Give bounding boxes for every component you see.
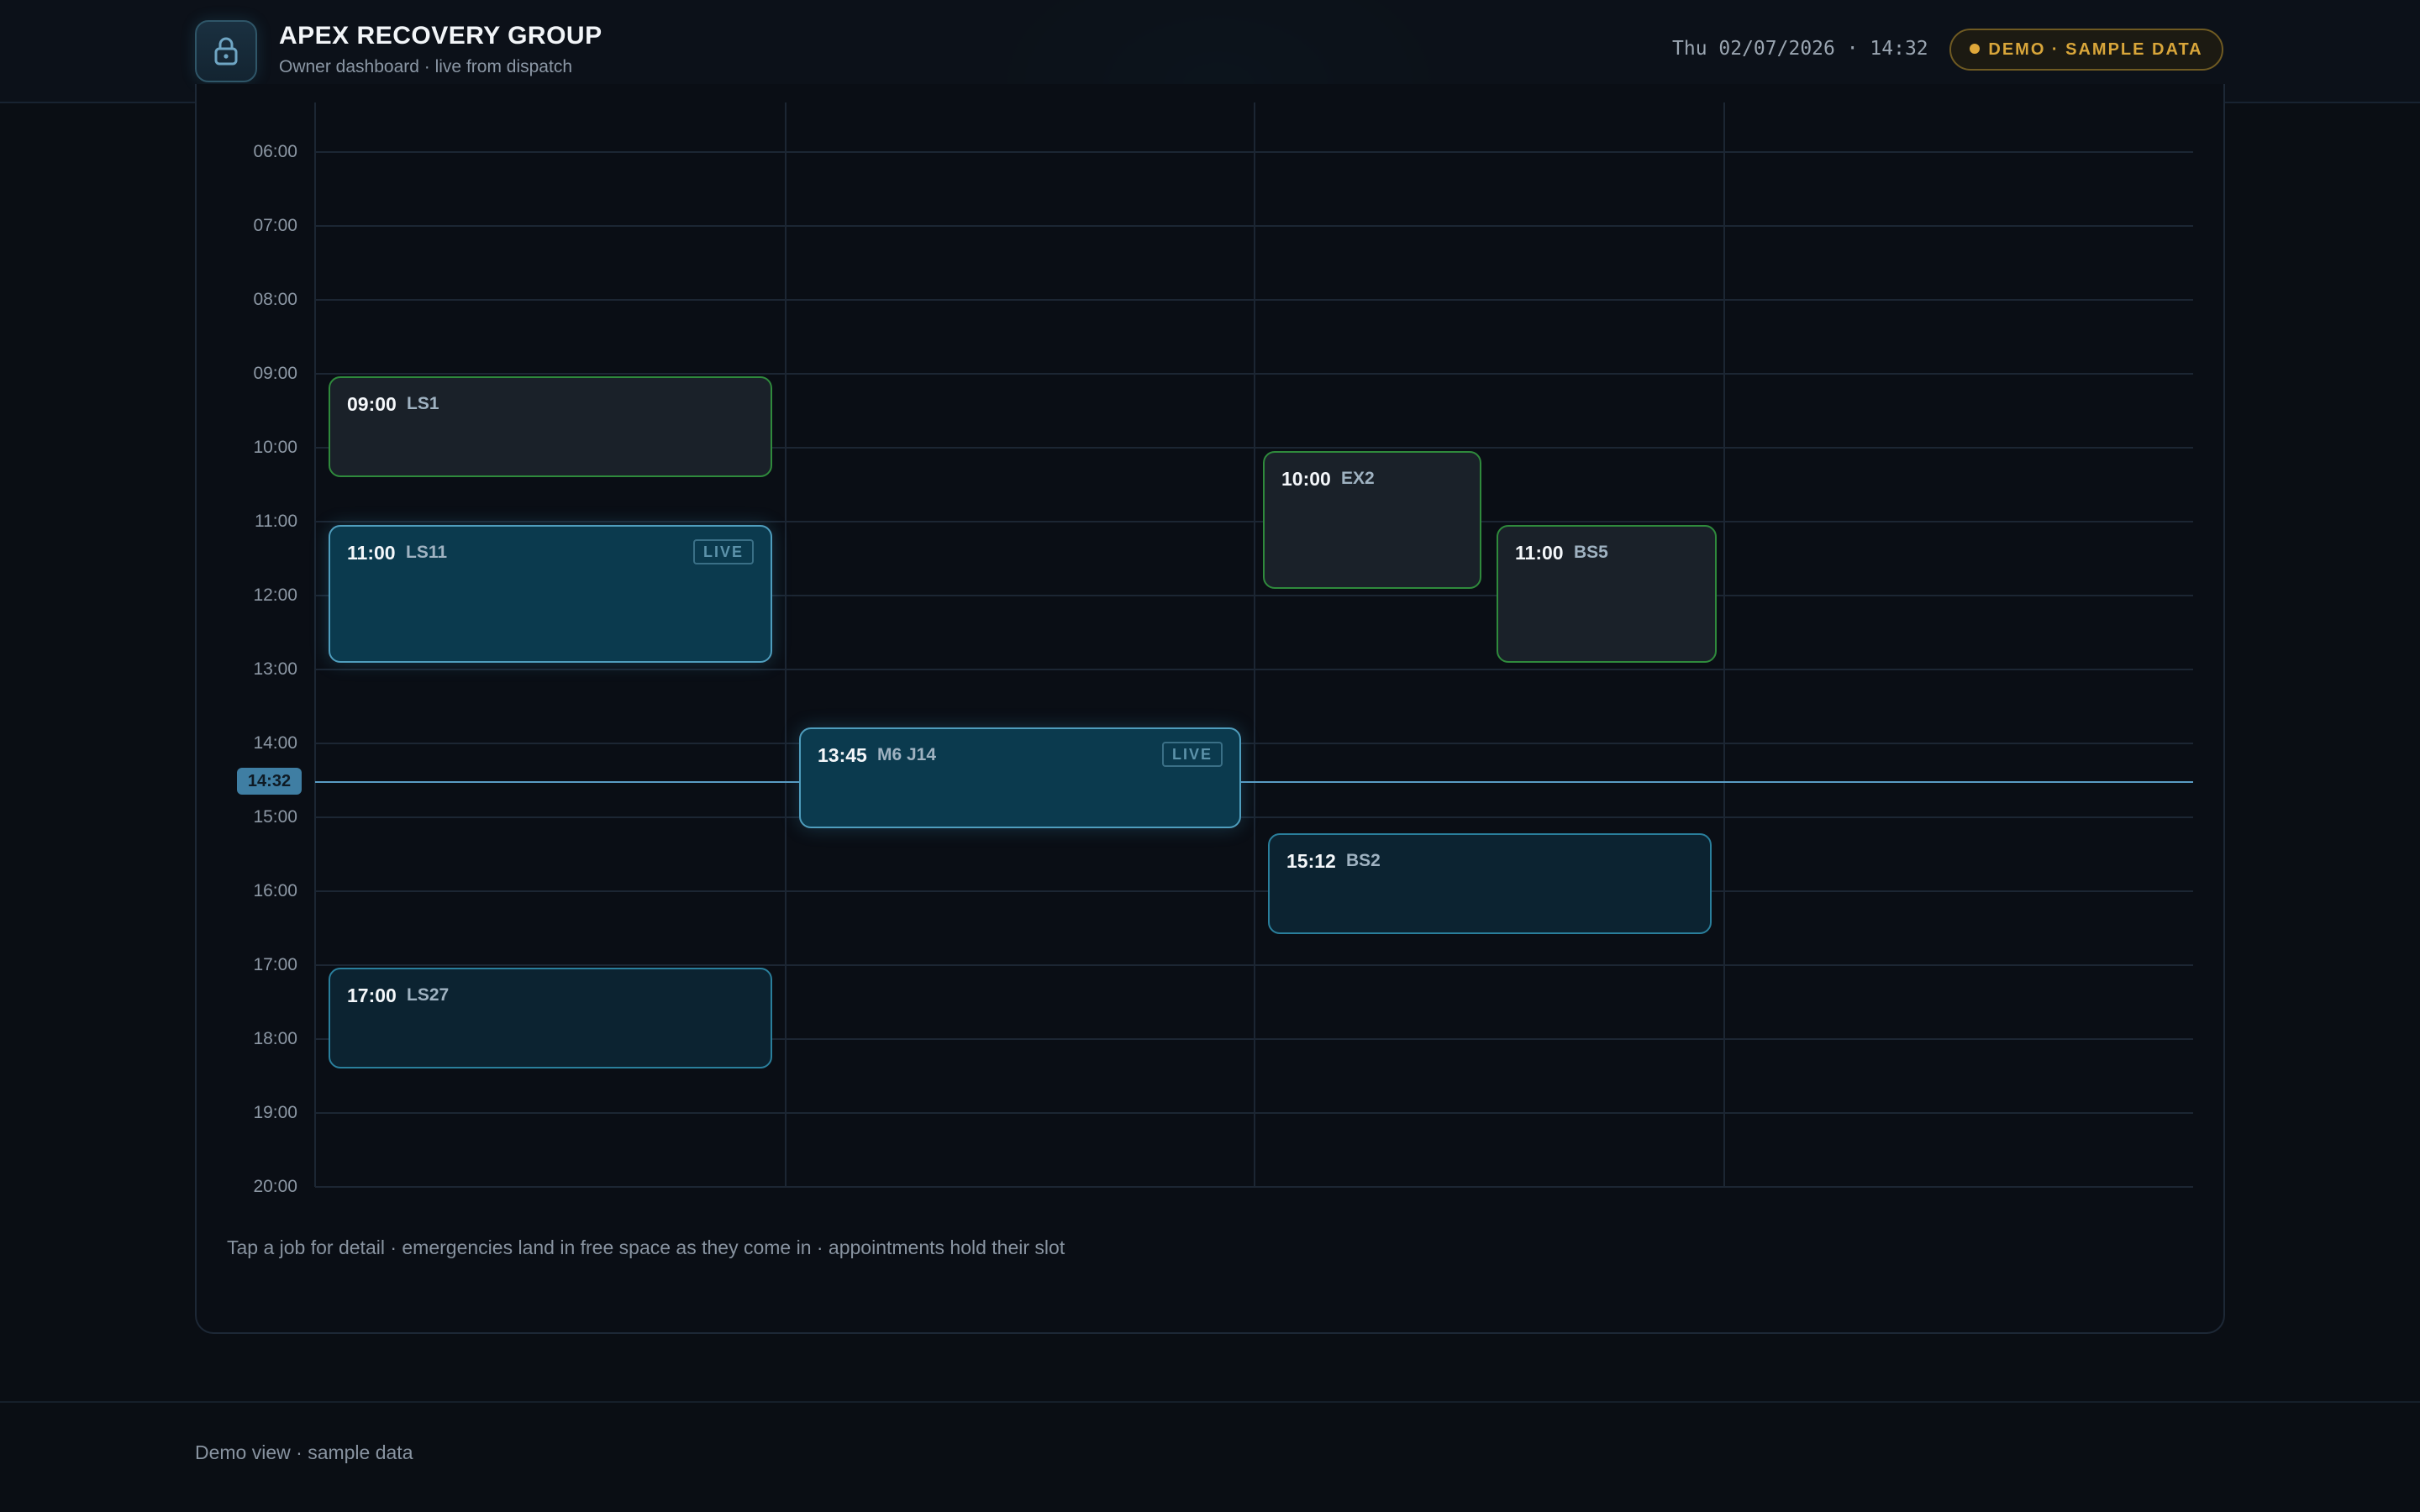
job-reference: M6 J14 [877,745,937,764]
hour-label: 17:00 [253,955,297,974]
footer-divider [0,1401,2420,1403]
job-time: 10:00 [1281,468,1331,490]
schedule-footnote: Tap a job for detail · emergencies land … [227,1236,1065,1258]
live-badge: LIVE [693,539,754,564]
job-card[interactable]: 10:00 EX2 [1263,451,1481,589]
now-indicator: 14:32 [237,768,302,795]
hour-label: 16:00 [253,881,297,900]
hour-label: 09:00 [253,364,297,383]
hour-label: 20:00 [253,1177,297,1196]
job-reference: LS27 [407,985,450,1005]
job-card[interactable]: 11:00 LS11 LIVE [329,525,772,663]
job-card[interactable]: 15:12 BS2 [1268,833,1712,934]
live-badge: LIVE [1162,742,1223,767]
hour-label: 12:00 [253,585,297,605]
hour-label: 19:00 [253,1103,297,1122]
job-reference: BS5 [1574,543,1608,562]
job-reference: LS11 [406,543,448,562]
job-reference: EX2 [1341,469,1375,488]
job-card[interactable]: 09:00 LS1 [329,376,772,477]
hour-label: 10:00 [253,438,297,457]
hour-label: 14:00 [253,733,297,753]
hour-label: 11:00 [255,512,297,531]
job-card[interactable]: 17:00 LS27 [329,968,772,1068]
hour-label: 06:00 [253,142,297,161]
job-time: 13:45 [818,744,867,766]
job-time: 09:00 [347,393,397,415]
hour-label: 08:00 [253,290,297,309]
hour-label: 15:00 [253,807,297,827]
job-time: 11:00 [347,542,396,564]
job-card[interactable]: 13:45 M6 J14 LIVE [799,727,1241,828]
hour-label: 07:00 [253,216,297,235]
job-card[interactable]: 11:00 BS5 [1497,525,1717,663]
job-time: 15:12 [1286,850,1336,872]
hour-label: 13:00 [253,659,297,679]
job-time: 11:00 [1515,542,1564,564]
job-reference: LS1 [407,394,439,413]
footer-text: Demo view · sample data [195,1441,413,1463]
hour-label: 18:00 [253,1029,297,1048]
job-time: 17:00 [347,984,397,1006]
job-reference: BS2 [1346,851,1381,870]
